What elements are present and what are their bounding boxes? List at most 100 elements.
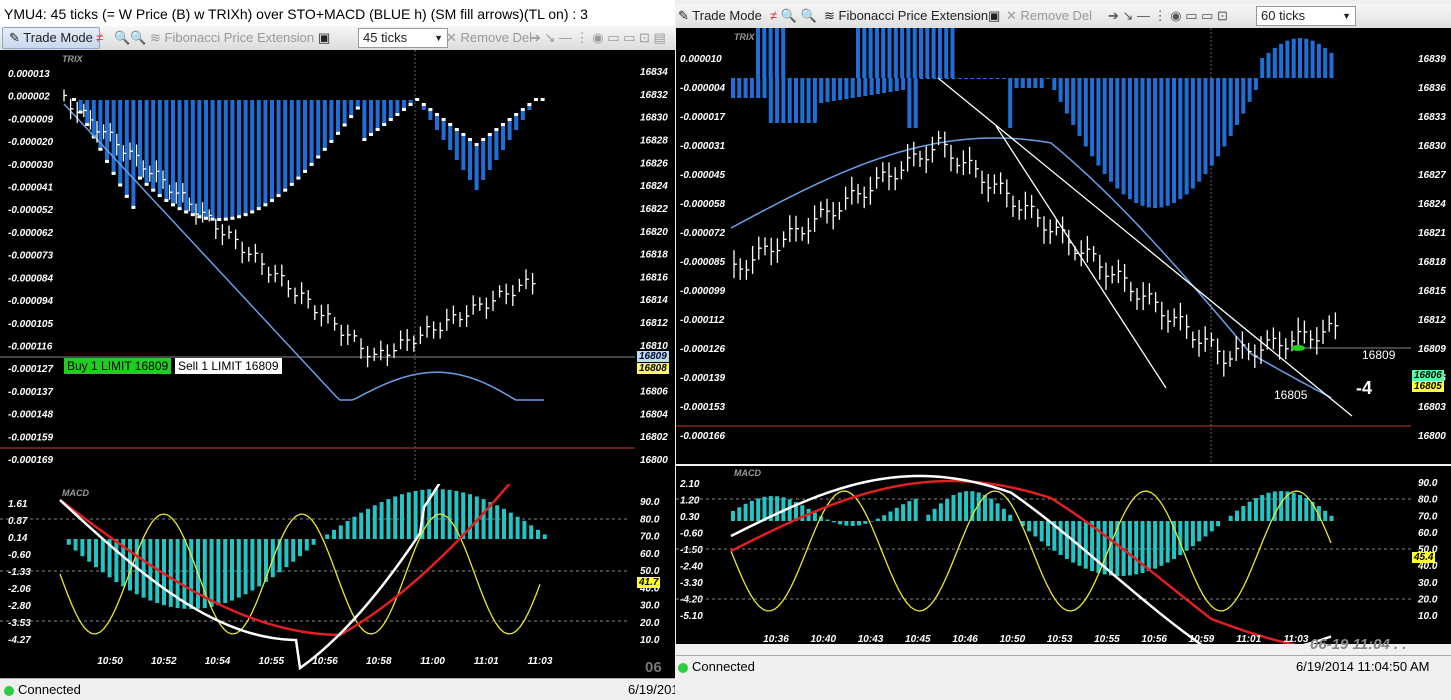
macd-histogram-bar — [1197, 521, 1202, 542]
right-trade-mode-button[interactable]: ✎ Trade Mode — [678, 4, 762, 28]
macd-histogram-bar — [749, 500, 754, 521]
left-remove-button[interactable]: ✕ Remove Del — [446, 26, 532, 50]
trix-histogram-bar — [931, 28, 936, 78]
trix-axis-label: -0.000094 — [8, 296, 53, 307]
trix-histogram-bar — [217, 100, 222, 220]
trix-histogram-dot — [157, 194, 162, 198]
right-ticks-select[interactable]: 60 ticks ▼ — [1256, 6, 1356, 26]
trix-histogram-bar — [831, 78, 836, 101]
trix-histogram-bar — [1247, 78, 1252, 102]
price-axis-label: 16814 — [640, 295, 668, 306]
trix-label: TRIX — [62, 54, 83, 64]
macd-histogram-bar — [812, 512, 817, 521]
macd-histogram-bar — [775, 496, 780, 521]
trix-histogram-bar — [1102, 78, 1107, 175]
macd-histogram-bar — [94, 539, 98, 568]
macd-histogram-bar — [1046, 521, 1050, 547]
trix-histogram-bar — [762, 78, 767, 98]
trix-histogram-bar — [223, 100, 228, 220]
trix-histogram-bar — [144, 100, 149, 185]
macd-histogram-bar — [894, 507, 899, 521]
trix-histogram-dot — [256, 207, 261, 211]
left-dropdown-icon[interactable]: ▣ — [318, 26, 330, 50]
price-axis-label: 16824 — [640, 181, 668, 192]
macd-histogram-bar — [1064, 521, 1069, 559]
trix-histogram-dot — [501, 123, 505, 126]
trix-histogram-bar — [454, 130, 459, 160]
trix-axis-label: -0.000105 — [8, 319, 53, 330]
price-axis-label: 16800 — [1418, 431, 1446, 442]
right-draw-tools-icon[interactable]: ➔ ↘ — ⋮ ◉ ▭ ▭ ⊡ — [1108, 4, 1228, 28]
trix-histogram-bar — [774, 28, 779, 78]
left-cursor-icon[interactable]: ≠ — [96, 26, 103, 50]
macd-histogram-bar — [284, 539, 289, 568]
trix-histogram-bar — [487, 135, 492, 170]
macd-histogram-bar — [907, 501, 912, 521]
trix-histogram-dot — [342, 123, 347, 127]
macd-histogram-bar — [1228, 515, 1233, 521]
right-remove-button[interactable]: ✕ Remove Del — [1006, 4, 1092, 28]
trix-histogram-bar — [787, 78, 792, 123]
trix-histogram-bar — [395, 100, 400, 115]
trix-histogram-bar — [881, 28, 886, 78]
trix-histogram-dot — [276, 194, 281, 198]
trix-histogram-dot — [428, 108, 433, 111]
left-corner-text: 06 — [645, 659, 662, 676]
trix-histogram-bar — [900, 28, 905, 78]
trix-histogram-bar — [1310, 40, 1315, 78]
sto-axis-label: 60.0 — [640, 549, 660, 560]
trix-histogram-bar — [964, 78, 969, 79]
macd-histogram-bar — [413, 490, 418, 539]
time-label: 10:43 — [858, 634, 884, 644]
right-zoom-icons[interactable]: ≠ 🔍 🔍 — [770, 4, 817, 28]
time-label: 11:03 — [1284, 634, 1309, 644]
time-label: 10:54 — [205, 656, 231, 667]
trix-histogram-bar — [894, 78, 899, 91]
trix-histogram-dot — [362, 138, 367, 141]
left-trade-mode-button[interactable]: ✎ Trade Mode — [2, 27, 100, 49]
trix-histogram-bar — [1291, 38, 1296, 78]
trix-histogram-dot — [474, 143, 479, 146]
trix-histogram-bar — [1285, 40, 1290, 78]
left-fib-button[interactable]: ≋ Fibonacci Price Extension — [150, 26, 314, 50]
sell-limit-order[interactable]: Sell 1 LIMIT 16809 — [175, 358, 282, 374]
macd-histogram-bar — [857, 521, 861, 526]
macd-histogram-bar — [1008, 514, 1013, 521]
left-toolbar: ✎ Trade Mode ≠ 🔍 🔍 ≋ Fibonacci Price Ext… — [0, 26, 675, 51]
right-dropdown-icon[interactable]: ▣ — [988, 4, 1000, 28]
left-zoom-out-icon[interactable]: 🔍 — [130, 26, 146, 50]
macd-histogram-bar — [756, 498, 761, 521]
trix-histogram-bar — [501, 125, 505, 150]
macd-histogram-bar — [831, 521, 836, 523]
macd-histogram-bar — [223, 539, 228, 604]
trix-histogram-bar — [857, 78, 861, 97]
trix-histogram-dot — [448, 123, 453, 126]
trix-histogram-bar — [91, 100, 96, 138]
right-status-indicator: Connected — [678, 656, 755, 678]
trix-histogram-bar — [1279, 43, 1284, 78]
macd-histogram-bar — [951, 495, 956, 521]
macd-histogram-bar — [73, 539, 78, 551]
right-status-text: Connected — [692, 659, 755, 674]
trix-histogram-bar — [874, 28, 879, 78]
trix-histogram-bar — [856, 28, 860, 78]
trix-axis-label: -0.000072 — [680, 228, 725, 239]
right-fib-button[interactable]: ≋ Fibonacci Price Extension — [824, 4, 988, 28]
macd-axis-label: -3.53 — [8, 618, 31, 629]
left-ticks-select[interactable]: 45 ticks ▼ — [358, 28, 448, 48]
trix-histogram-bar — [243, 100, 248, 216]
macd-histogram-bar — [291, 539, 296, 562]
left-draw-tools-icon[interactable]: ➔ ↘ — ⋮ ◉ ▭ ▭ ⊡ ▤ — [530, 26, 666, 50]
macd-histogram-bar — [964, 491, 969, 521]
trix-histogram-bar — [481, 140, 486, 180]
trix-histogram-dot — [349, 115, 354, 119]
trix-axis-label: -0.000153 — [680, 402, 725, 413]
left-zoom-in-icon[interactable]: 🔍 — [114, 26, 130, 50]
time-label: 10:36 — [763, 634, 789, 644]
trix-axis-label: -0.000041 — [8, 183, 53, 194]
buy-limit-order[interactable]: Buy 1 LIMIT 16809 — [64, 358, 172, 374]
trix-histogram-bar — [913, 78, 918, 128]
right-label-16809: 16809 — [1362, 348, 1396, 362]
macd-histogram-bar — [1039, 521, 1044, 542]
macd-histogram-bar — [1165, 521, 1170, 563]
